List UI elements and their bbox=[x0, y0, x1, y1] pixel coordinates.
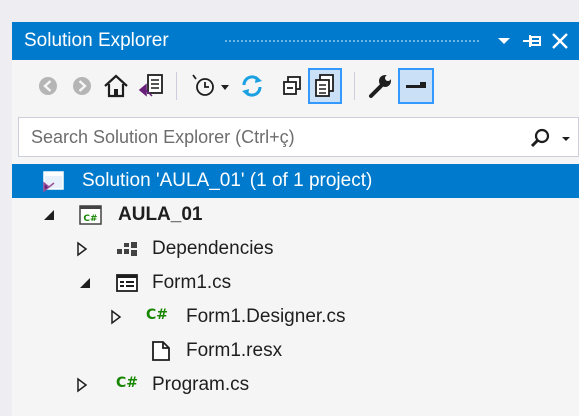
close-icon[interactable] bbox=[548, 28, 572, 54]
auto-hide-pin-icon[interactable] bbox=[520, 28, 544, 54]
solution-icon bbox=[40, 169, 66, 193]
window-position-dropdown-icon[interactable] bbox=[492, 28, 516, 54]
expanded-arrow-icon[interactable] bbox=[42, 207, 58, 223]
program-label: Program.cs bbox=[152, 374, 250, 395]
search-options-dropdown-icon[interactable] bbox=[559, 128, 573, 148]
csharp-project-icon: C# bbox=[78, 203, 104, 227]
properties-icon[interactable] bbox=[364, 70, 396, 102]
project-label: AULA_01 bbox=[118, 204, 203, 225]
collapsed-arrow-icon[interactable] bbox=[74, 241, 90, 257]
tree-item-form1-designer[interactable]: C# Form1.Designer.cs bbox=[12, 300, 579, 334]
solution-label: Solution 'AULA_01' (1 of 1 project) bbox=[82, 170, 373, 191]
form1-label: Form1.cs bbox=[152, 272, 232, 293]
filter-dropdown-icon[interactable] bbox=[218, 70, 234, 102]
tree-item-project[interactable]: C# AULA_01 bbox=[12, 198, 579, 232]
search-icon[interactable] bbox=[529, 126, 553, 150]
csharp-badge: C# bbox=[116, 375, 139, 391]
project-badge-text: C# bbox=[83, 214, 97, 224]
csharp-badge: C# bbox=[146, 307, 169, 323]
window-background: Solution Explorer Search Solution Explor… bbox=[0, 0, 579, 416]
preview-selected-icon[interactable] bbox=[398, 68, 434, 104]
collapsed-arrow-icon[interactable] bbox=[108, 309, 124, 325]
toolbar bbox=[12, 60, 579, 114]
forward-icon[interactable] bbox=[66, 70, 98, 102]
show-all-files-icon[interactable] bbox=[308, 68, 342, 104]
collapse-all-icon[interactable] bbox=[276, 70, 308, 102]
csharp-file-icon: C# bbox=[146, 306, 172, 330]
form1-resx-label: Form1.resx bbox=[186, 340, 283, 361]
refresh-icon[interactable] bbox=[236, 70, 268, 102]
switch-views-icon[interactable] bbox=[136, 70, 168, 102]
collapsed-arrow-icon[interactable] bbox=[74, 377, 90, 393]
dependencies-icon bbox=[114, 237, 140, 261]
tree-item-program[interactable]: C# Program.cs bbox=[12, 368, 579, 402]
pending-changes-filter-icon[interactable] bbox=[188, 70, 220, 102]
search-input[interactable] bbox=[19, 118, 531, 156]
tree-item-dependencies[interactable]: Dependencies bbox=[12, 232, 579, 266]
home-icon[interactable] bbox=[100, 70, 132, 102]
title-bar[interactable]: Solution Explorer bbox=[12, 22, 579, 60]
back-icon[interactable] bbox=[32, 70, 64, 102]
panel-title: Solution Explorer bbox=[24, 30, 169, 51]
resource-file-icon bbox=[148, 339, 174, 363]
toolbar-separator bbox=[354, 72, 355, 100]
form1-designer-label: Form1.Designer.cs bbox=[186, 306, 346, 327]
drag-grip[interactable] bbox=[224, 39, 480, 44]
solution-explorer-panel: Solution Explorer Search Solution Explor… bbox=[12, 22, 579, 416]
solution-tree: Solution 'AULA_01' (1 of 1 project) C# A… bbox=[12, 164, 579, 416]
expanded-arrow-icon[interactable] bbox=[78, 275, 94, 291]
csharp-file-icon: C# bbox=[116, 374, 142, 398]
tree-item-solution[interactable]: Solution 'AULA_01' (1 of 1 project) bbox=[12, 164, 579, 198]
toolbar-separator bbox=[176, 72, 177, 100]
form-icon bbox=[114, 271, 140, 295]
tree-item-form1[interactable]: Form1.cs bbox=[12, 266, 579, 300]
tree-item-form1-resx[interactable]: Form1.resx bbox=[12, 334, 579, 368]
dependencies-label: Dependencies bbox=[152, 238, 274, 259]
search-box bbox=[18, 117, 579, 157]
